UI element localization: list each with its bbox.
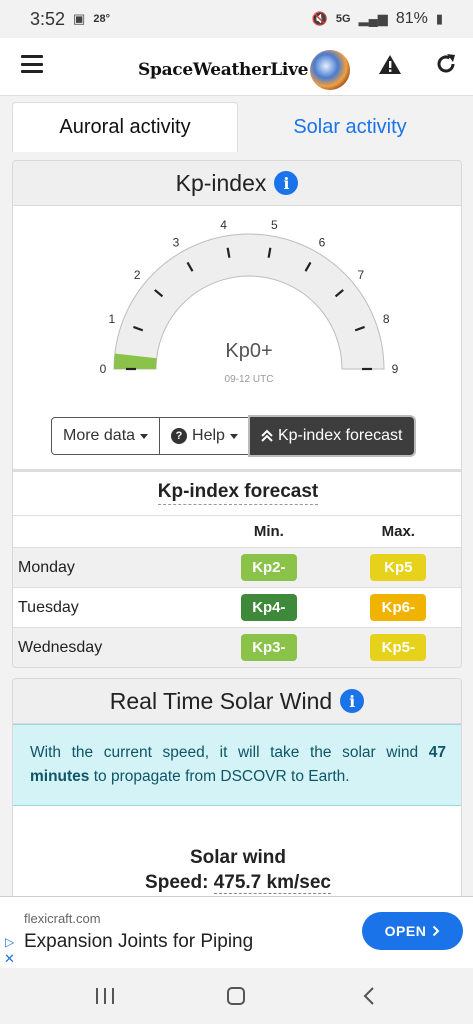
brand-logo[interactable]: SpaceWeatherLive bbox=[138, 50, 351, 90]
ad-open-button[interactable]: OPEN bbox=[362, 912, 463, 950]
ad-headline[interactable]: Expansion Joints for Piping bbox=[24, 931, 253, 953]
ad-open-label: OPEN bbox=[384, 923, 427, 939]
more-data-label: More data bbox=[63, 427, 136, 444]
system-nav-bar bbox=[0, 968, 473, 1024]
speed-prefix: Speed: bbox=[145, 872, 209, 893]
gauge-value-label: Kp0+ bbox=[225, 340, 272, 362]
kp-max-badge: Kp6- bbox=[370, 594, 427, 621]
forecast-table: Min. Max. Monday Kp2- Kp5 Tuesday Kp4- K… bbox=[13, 515, 461, 667]
question-icon: ? bbox=[171, 428, 188, 444]
status-temperature: 28° bbox=[93, 13, 110, 25]
mute-icon: 🔇 bbox=[311, 11, 328, 26]
kp-max-badge: Kp5 bbox=[370, 554, 427, 581]
solar-wind-alert: With the current speed, it will take the… bbox=[13, 724, 461, 806]
double-chevron-up-icon bbox=[261, 429, 273, 442]
ad-choices-icon[interactable]: ▷ bbox=[5, 935, 14, 949]
help-button[interactable]: ? Help bbox=[160, 417, 250, 455]
forecast-title[interactable]: Kp-index forecast bbox=[157, 481, 319, 505]
table-row: Monday Kp2- Kp5 bbox=[13, 547, 461, 587]
solar-wind-header: Real Time Solar Wind i bbox=[13, 679, 461, 724]
sun-globe-icon bbox=[310, 50, 351, 90]
gauge-tick-label: 6 bbox=[319, 236, 326, 250]
gallery-icon: ▣ bbox=[73, 11, 86, 26]
table-row: Wednesday Kp3- Kp5- bbox=[13, 627, 461, 667]
forecast-table-header: Min. Max. bbox=[13, 515, 461, 547]
forecast-day: Monday bbox=[18, 558, 75, 576]
gauge-tick-label: 3 bbox=[173, 236, 180, 250]
kp-min-badge: Kp3- bbox=[240, 634, 297, 661]
chevron-down-icon bbox=[140, 433, 149, 439]
refresh-icon[interactable] bbox=[434, 52, 458, 76]
info-icon[interactable]: i bbox=[340, 689, 365, 713]
gauge-tick-label: 0 bbox=[100, 362, 107, 376]
more-data-button[interactable]: More data bbox=[51, 417, 161, 455]
kp-button-group: More data ? Help Kp-index forecast bbox=[51, 417, 415, 455]
kp-min-badge: Kp2- bbox=[240, 554, 297, 581]
forecast-day: Tuesday bbox=[18, 598, 79, 616]
gauge-tick-label: 7 bbox=[357, 268, 364, 282]
ad-banner[interactable]: flexicraft.com Expansion Joints for Pipi… bbox=[0, 896, 473, 968]
gauge-tick-label: 2 bbox=[134, 268, 141, 282]
table-row: Tuesday Kp4- Kp6- bbox=[13, 587, 461, 627]
signal-icon: ▂▄▆ bbox=[358, 11, 388, 26]
gauge-tick-label: 9 bbox=[392, 362, 399, 376]
status-time: 3:52 bbox=[30, 8, 66, 29]
alert-text-end: to propagate from DSCOVR to Earth. bbox=[89, 768, 350, 785]
gauge-tick-label: 5 bbox=[271, 218, 278, 232]
info-icon[interactable]: i bbox=[274, 171, 299, 195]
gauge-tick-label: 4 bbox=[220, 218, 227, 232]
battery-icon: ▮ bbox=[435, 11, 443, 26]
solar-wind-title: Real Time Solar Wind bbox=[109, 687, 333, 714]
solar-wind-label: Solar wind bbox=[189, 847, 287, 868]
network-label: 5G bbox=[335, 13, 351, 25]
help-label: Help bbox=[192, 427, 225, 444]
ad-domain: flexicraft.com bbox=[24, 911, 101, 926]
speed-value[interactable]: 475.7 km/sec bbox=[213, 872, 331, 894]
kp-max-badge: Kp5- bbox=[370, 634, 427, 661]
kp-card-header: Kp-index i bbox=[13, 161, 461, 206]
col-min-header: Min. bbox=[253, 523, 284, 540]
kp-card-title: Kp-index bbox=[175, 169, 267, 196]
back-icon[interactable] bbox=[362, 986, 376, 1006]
gauge-time-label: 09-12 UTC bbox=[225, 374, 274, 385]
menu-icon[interactable] bbox=[21, 55, 43, 73]
ad-close-icon[interactable]: ✕ bbox=[4, 951, 15, 967]
tab-solar-activity[interactable]: Solar activity bbox=[238, 102, 462, 152]
kp-forecast-label: Kp-index forecast bbox=[277, 427, 403, 444]
gauge-tick-label: 8 bbox=[383, 312, 390, 326]
tab-auroral-activity[interactable]: Auroral activity bbox=[12, 102, 238, 152]
activity-tabs: Auroral activity Solar activity bbox=[12, 102, 462, 152]
gauge-tick-label: 1 bbox=[108, 312, 115, 326]
brand-name: SpaceWeatherLive bbox=[138, 60, 309, 80]
battery-level: 81% bbox=[395, 10, 428, 27]
solar-wind-card: Real Time Solar Wind i With the current … bbox=[12, 678, 462, 908]
forecast-header: Kp-index forecast bbox=[13, 469, 461, 513]
recents-icon[interactable] bbox=[94, 987, 116, 1005]
home-icon[interactable] bbox=[227, 987, 245, 1005]
kp-min-badge: Kp4- bbox=[240, 594, 297, 621]
app-bar: SpaceWeatherLive bbox=[0, 38, 473, 96]
col-max-header: Max. bbox=[381, 523, 415, 540]
chevron-down-icon bbox=[229, 433, 238, 439]
kp-index-card: Kp-index i 0 1 2 3 4 5 6 7 8 9 Kp0+ 09-12 UTC More … bbox=[12, 160, 462, 668]
solar-wind-speed: Speed: 475.7 km/sec bbox=[13, 872, 461, 894]
status-bar: 3:52 ▣ 28° 🔇 5G ▂▄▆ 81% ▮ bbox=[0, 0, 473, 38]
warning-icon[interactable] bbox=[378, 53, 402, 77]
kp-forecast-button[interactable]: Kp-index forecast bbox=[249, 417, 415, 455]
chevron-right-icon bbox=[433, 925, 440, 937]
alert-text: With the current speed, it will take the… bbox=[30, 744, 429, 761]
forecast-day: Wednesday bbox=[18, 638, 103, 656]
